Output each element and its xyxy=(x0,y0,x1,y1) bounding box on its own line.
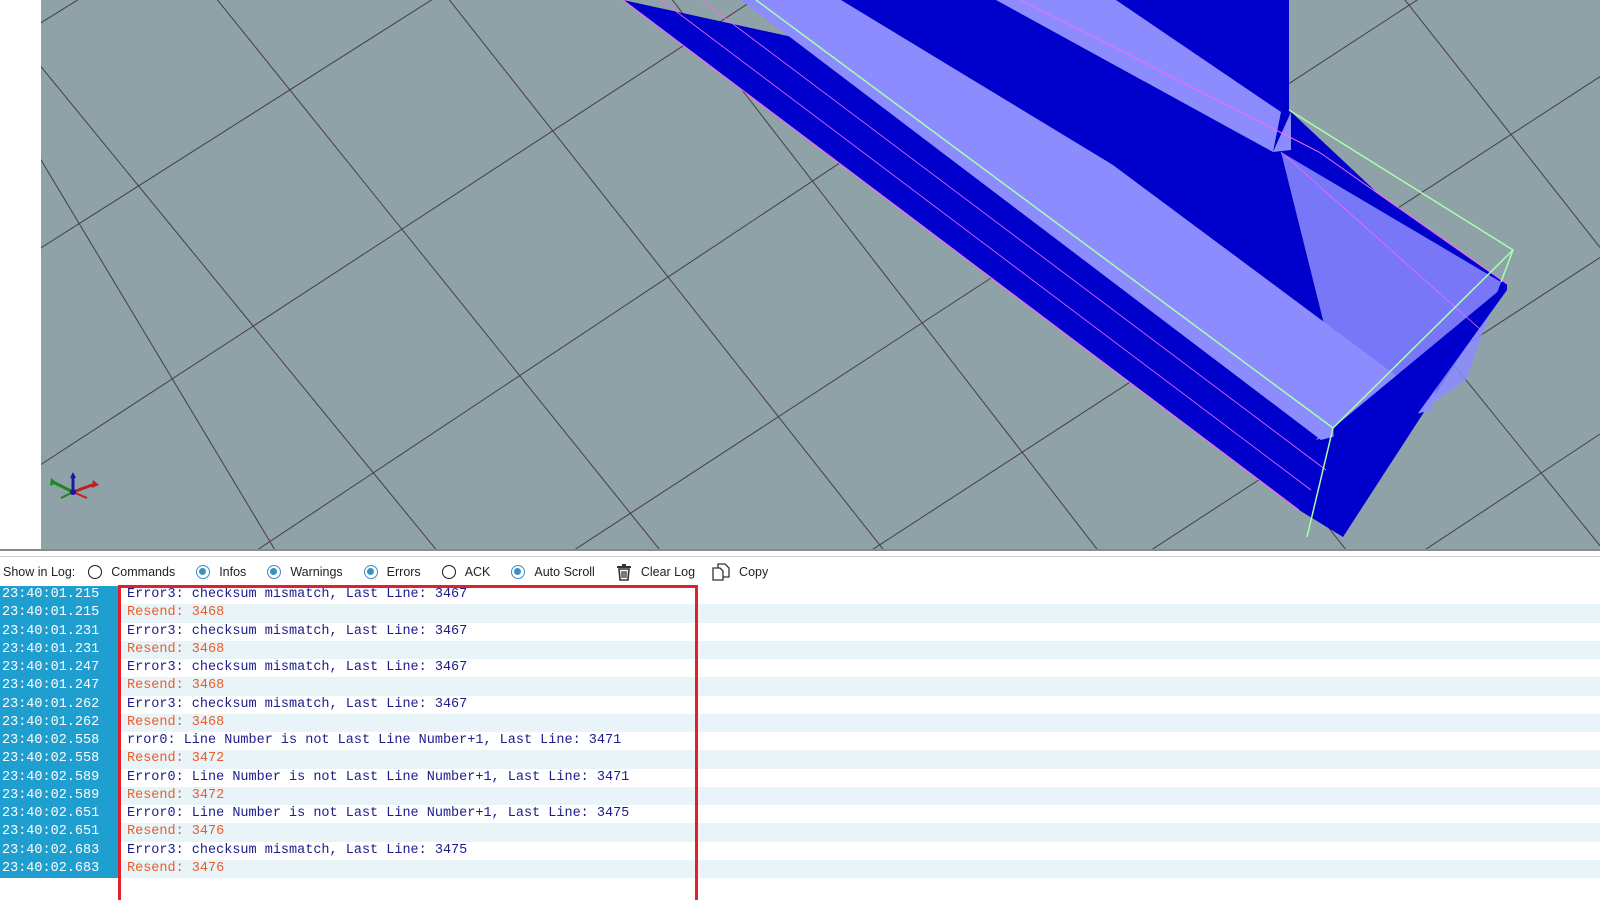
log-row[interactable]: 23:40:02.651 Error0: Line Number is not L… xyxy=(0,805,1600,824)
log-message: Resend: 3472 xyxy=(127,751,225,767)
trash-icon xyxy=(616,563,631,581)
copy-button[interactable]: Copy xyxy=(712,562,769,581)
log-timestamp: 23:40:02.558 xyxy=(0,732,120,751)
log-message: Error0: Line Number is not Last Line Num… xyxy=(127,769,630,785)
errors-radio[interactable]: Errors xyxy=(363,564,421,579)
clear-log-label: Clear Log xyxy=(640,564,696,579)
log-timestamp: 23:40:01.262 xyxy=(0,695,120,714)
log-message: Error3: checksum mismatch, Last Line: 34… xyxy=(127,623,468,639)
log-row[interactable]: 23:40:02.683 Resend: 3476 xyxy=(0,859,1600,878)
log-row[interactable]: 23:40:02.589 Resend: 3472 xyxy=(0,786,1600,805)
log-message: Resend: 3476 xyxy=(127,860,225,876)
clear-log-button[interactable]: Clear Log xyxy=(616,563,695,581)
log-timestamp: 23:40:01.215 xyxy=(0,586,120,605)
log-row[interactable]: 23:40:01.215 Resend: 3468 xyxy=(0,604,1600,623)
ack-label: ACK xyxy=(464,564,491,579)
errors-label: Errors xyxy=(386,564,421,579)
infos-radio-indicator[interactable] xyxy=(196,564,211,579)
log-row[interactable]: 23:40:01.262 Error3: checksum mismatch, L… xyxy=(0,695,1600,714)
log-row[interactable]: 23:40:01.262 Resend: 3468 xyxy=(0,713,1600,732)
log-timestamp: 23:40:01.215 xyxy=(0,604,120,623)
auto-scroll-radio[interactable]: Auto Scroll xyxy=(511,564,595,579)
commands-radio[interactable]: Commands xyxy=(88,564,176,579)
log-timestamp: 23:40:01.247 xyxy=(0,659,120,678)
left-panel-strip xyxy=(0,0,41,549)
log-timestamp: 23:40:01.247 xyxy=(0,677,120,696)
errors-radio-indicator[interactable] xyxy=(363,564,378,579)
printed-model xyxy=(622,0,1515,538)
log-timestamp: 23:40:02.558 xyxy=(0,750,120,769)
auto-scroll-label: Auto Scroll xyxy=(534,564,595,579)
log-timestamp: 23:40:01.262 xyxy=(0,713,120,732)
log-message: Error3: checksum mismatch, Last Line: 34… xyxy=(127,696,468,712)
log-timestamp: 23:40:02.589 xyxy=(0,768,120,787)
xyz-axes-icon xyxy=(50,472,99,499)
log-toolbar: Show in Log: Commands Infos Warnings Err… xyxy=(0,557,1600,586)
log-timestamp: 23:40:02.683 xyxy=(0,859,120,878)
log-row[interactable]: 23:40:02.558 Resend: 3472 xyxy=(0,750,1600,769)
ack-radio-indicator[interactable] xyxy=(441,564,456,579)
log-message: Error3: checksum mismatch, Last Line: 34… xyxy=(127,660,468,675)
log-timestamp: 23:40:02.651 xyxy=(0,823,120,842)
log-timestamp: 23:40:02.589 xyxy=(0,786,120,805)
log-message: Error3: checksum mismatch, Last Line: 34… xyxy=(127,587,468,602)
log-message: Resend: 3472 xyxy=(127,787,225,803)
warnings-radio[interactable]: Warnings xyxy=(267,564,343,579)
log-timestamp: 23:40:01.231 xyxy=(0,640,120,659)
log-row[interactable]: 23:40:01.215 Error3: checksum mismatch, L… xyxy=(0,586,1600,605)
warnings-radio-indicator[interactable] xyxy=(267,564,282,579)
commands-label: Commands xyxy=(111,564,176,579)
copy-label: Copy xyxy=(739,564,769,579)
copy-icon xyxy=(712,562,730,581)
log-timestamp: 23:40:02.683 xyxy=(0,841,120,860)
log-message: Error3: checksum mismatch, Last Line: 34… xyxy=(127,842,468,858)
log-row[interactable]: 23:40:01.247 Resend: 3468 xyxy=(0,677,1600,696)
3d-scene xyxy=(41,0,1600,549)
log-row[interactable]: 23:40:02.589 Error0: Line Number is not L… xyxy=(0,768,1600,787)
log-message: Resend: 3468 xyxy=(127,605,225,621)
log-row[interactable]: 23:40:01.247 Error3: checksum mismatch, L… xyxy=(0,659,1600,678)
panel-splitter[interactable] xyxy=(0,549,1600,557)
log-message: Resend: 3476 xyxy=(127,824,225,840)
auto-scroll-radio-indicator[interactable] xyxy=(511,564,526,579)
log-message: Resend: 3468 xyxy=(127,714,225,730)
log-row[interactable]: 23:40:01.231 Resend: 3468 xyxy=(0,640,1600,659)
log-row[interactable]: 23:40:02.558 rror0: Line Number is not La… xyxy=(0,732,1600,751)
infos-radio[interactable]: Infos xyxy=(196,564,247,579)
3d-viewport[interactable] xyxy=(41,0,1600,549)
log-message: Error0: Line Number is not Last Line Num… xyxy=(127,806,630,821)
show-in-log-label: Show in Log: xyxy=(3,564,76,579)
log-row[interactable]: 23:40:02.683 Error3: checksum mismatch, L… xyxy=(0,841,1600,860)
infos-label: Infos xyxy=(219,564,247,579)
log-timestamp: 23:40:02.651 xyxy=(0,805,120,824)
log-list[interactable]: 23:40:01.215 Error3: checksum mismatch, L… xyxy=(0,586,1600,900)
ack-radio[interactable]: ACK xyxy=(441,564,491,579)
warnings-label: Warnings xyxy=(290,564,343,579)
log-timestamp: 23:40:01.231 xyxy=(0,622,120,641)
log-row[interactable]: 23:40:02.651 Resend: 3476 xyxy=(0,823,1600,842)
log-row[interactable]: 23:40:01.231 Error3: checksum mismatch, L… xyxy=(0,622,1600,641)
log-message: Resend: 3468 xyxy=(127,678,225,694)
log-message: rror0: Line Number is not Last Line Numb… xyxy=(127,733,622,748)
log-message: Resend: 3468 xyxy=(127,641,225,657)
commands-radio-indicator[interactable] xyxy=(88,564,103,579)
